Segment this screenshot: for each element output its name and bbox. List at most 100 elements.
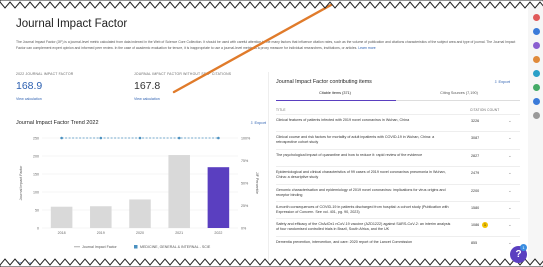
table-row[interactable]: 6-month consequences of COVID-19 in pati… xyxy=(276,200,520,218)
description-text: The Journal Impact Factor (JIF) is a jou… xyxy=(16,40,516,50)
torn-edge-bottom xyxy=(0,258,543,267)
bar xyxy=(207,167,230,228)
item-citation-count: 2479 xyxy=(471,171,480,176)
contributing-items-title: Journal Impact Factor contributing items xyxy=(276,79,372,85)
extension-icon[interactable] xyxy=(532,14,540,21)
table-row[interactable]: Clinical features of patients infected w… xyxy=(276,114,520,131)
extension-icon[interactable] xyxy=(532,70,540,77)
item-title[interactable]: 6-month consequences of COVID-19 in pati… xyxy=(276,205,452,215)
x-tick-label: 2019 xyxy=(97,231,105,235)
y-tick-label: 50 xyxy=(35,208,39,212)
y-right-tick-label: 0% xyxy=(241,226,247,230)
extension-icon[interactable] xyxy=(532,28,540,35)
item-title[interactable]: Safety and efficacy of the ChAdOx1 nCoV-… xyxy=(276,222,452,232)
item-title[interactable]: The psychological impact of quarantine a… xyxy=(276,153,452,158)
item-title[interactable]: Clinical features of patients infected w… xyxy=(276,118,452,123)
percentile-point xyxy=(217,136,220,140)
bar xyxy=(168,155,190,228)
column-divider xyxy=(268,72,269,262)
chevron-down-icon[interactable]: ⌄ xyxy=(508,135,512,141)
jif-no-self-view-calculation-link[interactable]: View calculation xyxy=(134,97,231,101)
active-tab-indicator xyxy=(276,99,396,101)
y-right-tick-label: 50% xyxy=(241,181,249,185)
y-tick-label: 250 xyxy=(33,136,39,140)
chevron-down-icon[interactable]: ⌄ xyxy=(508,205,512,211)
items-export-label: Export xyxy=(498,79,511,84)
item-citation-count: 2200 xyxy=(471,188,480,193)
contributing-items-table: Clinical features of patients infected w… xyxy=(276,114,520,253)
jif-value: 168.9 xyxy=(16,80,43,92)
x-tick-label: 2018 xyxy=(58,231,66,235)
table-row[interactable]: The psychological impact of quarantine a… xyxy=(276,148,520,166)
item-badge[interactable]: 1 xyxy=(482,221,488,228)
page: Journal Impact Factor The Journal Impact… xyxy=(0,0,543,267)
learn-more-link[interactable]: Learn more xyxy=(358,46,375,50)
trend-export-button[interactable]: ⇩ Export xyxy=(250,120,266,125)
page-title: Journal Impact Factor xyxy=(16,18,128,30)
jif-metric: 2022 JOURNAL IMPACT FACTOR 168.9 View ca… xyxy=(16,72,73,101)
items-tabs: Citable items (371) Citing Sources (7,19… xyxy=(276,89,520,101)
trend-title: Journal Impact Factor Trend 2022 xyxy=(16,120,99,126)
table-row[interactable]: Genomic characterisation and epidemiolog… xyxy=(276,183,520,201)
jif-no-self-label: JOURNAL IMPACT FACTOR WITHOUT SELF CITAT… xyxy=(134,72,232,76)
y-right-tick-label: 100% xyxy=(241,136,251,140)
item-citation-count: 2827 xyxy=(471,153,480,158)
y-axis-label: Journal Impact Factor xyxy=(19,165,23,201)
jif-no-self-metric: JOURNAL IMPACT FACTOR WITHOUT SELF CITAT… xyxy=(134,72,231,101)
legend-jif-label: Journal Impact Factor xyxy=(82,245,118,249)
help-notification-badge: 1 xyxy=(520,244,527,251)
table-row[interactable]: Clinical course and risk factors for mor… xyxy=(276,131,520,148)
y-tick-label: 100 xyxy=(33,190,39,194)
chevron-down-icon[interactable]: ⌄ xyxy=(508,153,512,159)
extension-icon[interactable] xyxy=(532,112,540,119)
jif-no-self-value: 167.8 xyxy=(134,80,161,92)
main-content: Journal Impact Factor The Journal Impact… xyxy=(0,6,528,265)
jif-view-calculation-link[interactable]: View calculation xyxy=(16,97,73,101)
extension-icon[interactable] xyxy=(532,56,540,63)
chevron-down-icon[interactable]: ⌄ xyxy=(508,118,512,124)
item-title[interactable]: Epidemiological and clinical characteris… xyxy=(276,170,452,180)
extension-icon[interactable] xyxy=(532,42,540,49)
table-row[interactable]: Epidemiological and clinical characteris… xyxy=(276,166,520,183)
column-header-title: TITLE xyxy=(276,108,286,112)
y-tick-label: 200 xyxy=(33,154,39,158)
chevron-down-icon[interactable]: ⌄ xyxy=(508,188,512,194)
tab-citing-sources[interactable]: Citing Sources (7,190) xyxy=(404,91,514,95)
y-right-axis-label: JIF Percentile xyxy=(255,172,259,194)
table-row[interactable]: Safety and efficacy of the ChAdOx1 nCoV-… xyxy=(276,218,520,235)
legend-category-label: MEDICINE, GENERAL & INTERNAL - SCIE xyxy=(140,245,211,249)
legend-category-swatch xyxy=(134,245,138,249)
percentile-point xyxy=(138,136,142,140)
tab-citable-items[interactable]: Citable items (371) xyxy=(280,91,390,95)
percentile-point xyxy=(60,136,63,140)
item-citation-count: 3087 xyxy=(471,136,480,141)
jif-trend-chart: 0 50 100 150 200 250 0% 25% 50% 75% 100% Journal Im… xyxy=(19,136,259,249)
item-citation-count: 1580 xyxy=(471,205,480,210)
bar xyxy=(50,206,73,228)
jif-label: 2022 JOURNAL IMPACT FACTOR xyxy=(16,72,74,76)
y-right-tick-label: 25% xyxy=(241,204,249,208)
column-header-citation-count: CITATION COUNT xyxy=(470,108,500,112)
y-tick-label: 150 xyxy=(33,172,39,176)
table-row[interactable]: Dementia prevention, intervention, and c… xyxy=(276,235,520,253)
chevron-down-icon[interactable]: ⌄ xyxy=(508,240,512,246)
trend-export-label: Export xyxy=(254,120,267,125)
item-title[interactable]: Genomic characterisation and epidemiolog… xyxy=(276,188,452,198)
percentile-point xyxy=(99,136,103,140)
extension-icon[interactable] xyxy=(532,84,540,91)
chevron-down-icon[interactable]: ⌄ xyxy=(508,170,512,176)
items-export-button[interactable]: ⇩ Export xyxy=(494,79,510,84)
item-citation-count: 855 xyxy=(471,240,478,245)
extension-icon[interactable] xyxy=(532,98,540,105)
bar xyxy=(129,199,151,228)
x-tick-label: 2020 xyxy=(136,231,144,235)
torn-edge-top xyxy=(0,0,543,9)
item-title[interactable]: Dementia prevention, intervention, and c… xyxy=(276,240,452,245)
x-tick-label: 2022 xyxy=(214,231,222,235)
chevron-down-icon[interactable]: ⌄ xyxy=(508,222,512,228)
bar xyxy=(90,206,112,228)
item-citation-count: 3226 xyxy=(471,119,480,123)
page-description: The Journal Impact Factor (JIF) is a jou… xyxy=(16,39,516,51)
side-toolbar xyxy=(530,14,542,126)
item-title[interactable]: Clinical course and risk factors for mor… xyxy=(276,135,452,145)
